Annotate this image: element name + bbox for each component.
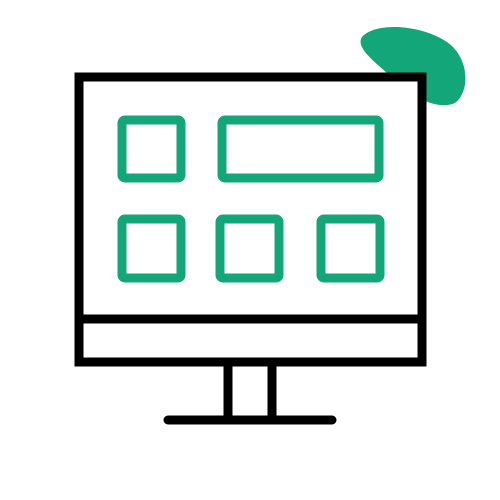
desktop-monitor-icon (74, 26, 466, 425)
monitor-illustration (0, 0, 500, 500)
